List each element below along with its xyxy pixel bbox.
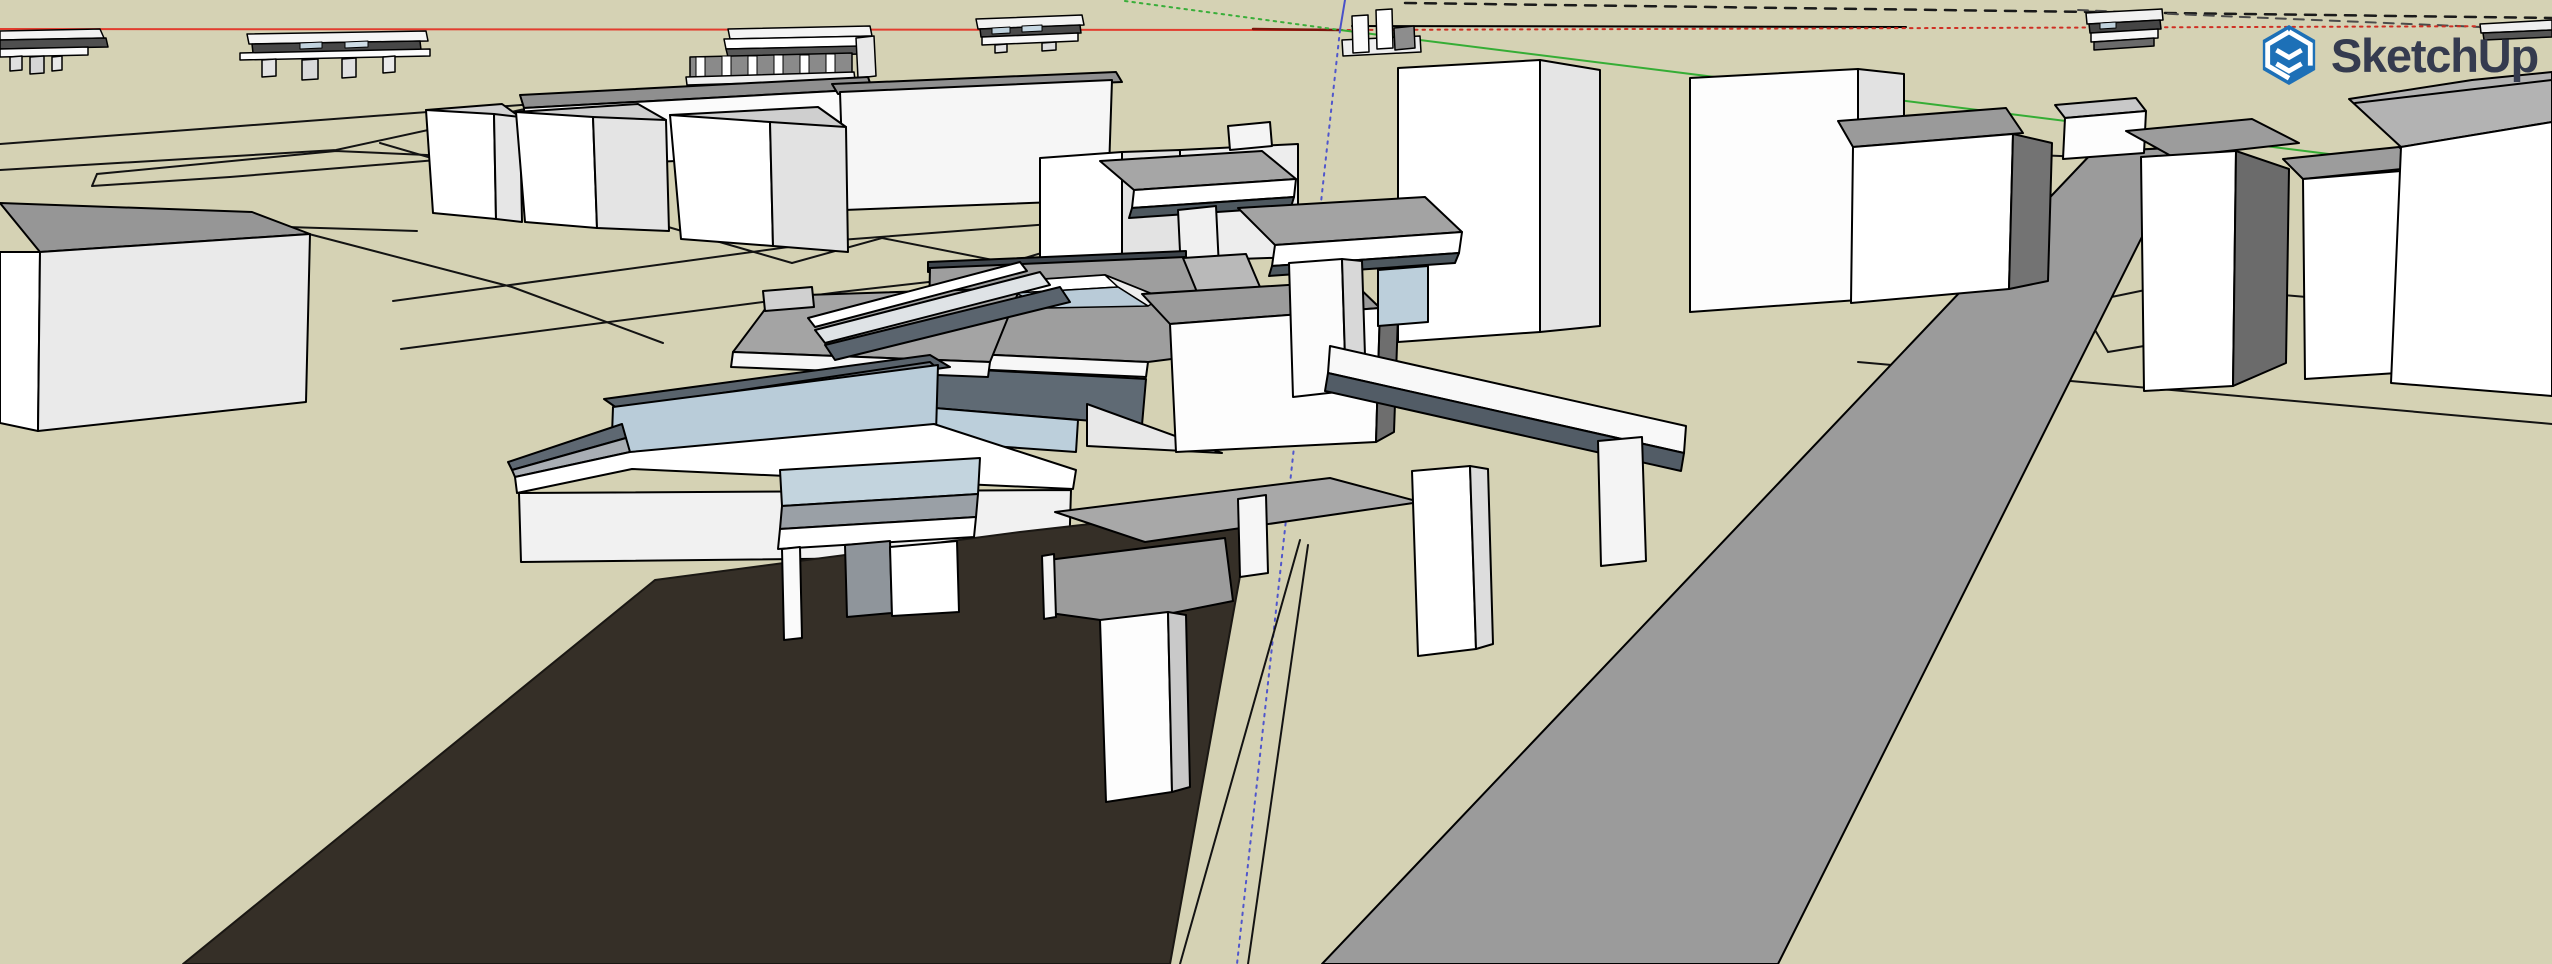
talltower-side — [1540, 60, 1600, 332]
cube2-front — [670, 115, 773, 246]
distant-b-leg3 — [342, 58, 356, 78]
bigbox-front — [1690, 69, 1858, 312]
colonnade-column2 — [845, 541, 892, 617]
pavilion-back-glass — [1378, 266, 1428, 326]
sketchup-logo-icon — [2257, 24, 2321, 86]
distant-a-leg1 — [10, 56, 22, 71]
sketchup-logo: SketchUp — [2257, 24, 2538, 86]
distant-b-leg1 — [262, 59, 276, 77]
distant-c-tower — [856, 36, 876, 78]
plaza-deck-fascia — [1042, 554, 1056, 619]
distant-a-leg2 — [30, 56, 44, 74]
plaza-column-small — [1238, 495, 1268, 577]
leftbldg-front — [38, 234, 310, 431]
distant-d-leg2 — [1042, 42, 1056, 51]
cube0-front — [426, 110, 496, 219]
right-bldg5-front — [2391, 122, 2552, 396]
horizon-edge — [1352, 26, 1906, 27]
distant-b-leg2 — [302, 59, 318, 80]
plaza-pillar — [1100, 612, 1172, 802]
right-bldg1-side — [2009, 134, 2052, 289]
distant-b-window1 — [300, 42, 322, 49]
colonnade-column1 — [782, 547, 802, 640]
distant-e-tower2 — [1376, 9, 1393, 49]
distant-d-leg1 — [995, 44, 1007, 53]
3d-viewport[interactable] — [0, 0, 2552, 964]
backtower-roofbox — [1228, 122, 1272, 150]
right-bldg1-front — [1851, 134, 2013, 303]
distant-b-window2 — [345, 41, 368, 48]
right-bldg4-front — [2303, 171, 2401, 379]
distant-a-leg3 — [52, 56, 62, 71]
distant-c-column1 — [696, 57, 705, 78]
colonnade-column3 — [890, 541, 959, 616]
roof-parapet-box — [1183, 254, 1260, 292]
plaza-pillar-side — [1168, 612, 1190, 792]
sketchup-logo-text: SketchUp — [2331, 32, 2538, 79]
rooftop-box — [763, 287, 814, 311]
right-bldg3-side — [2233, 151, 2289, 386]
bridge-pillar2 — [1598, 437, 1646, 566]
red-axis-solid — [0, 29, 1340, 30]
cube1-side — [593, 117, 669, 231]
distant-e-dark — [1394, 26, 1415, 50]
right-bldg3-front — [2141, 151, 2236, 391]
cube1-front — [516, 112, 597, 228]
distant-b-leg4 — [383, 56, 395, 73]
distant-f-window — [2100, 22, 2116, 29]
distant-d-window1 — [992, 27, 1010, 34]
distant-c-column3 — [748, 56, 757, 77]
distant-c-column2 — [722, 56, 731, 78]
distant-d-window2 — [1022, 25, 1042, 32]
leftbldg-left-face — [0, 252, 40, 431]
cube2-side — [770, 122, 848, 252]
sketchup-window: SketchUp — [0, 0, 2552, 964]
distant-e-tower1 — [1352, 15, 1369, 53]
bridge-pillar1 — [1412, 466, 1476, 656]
